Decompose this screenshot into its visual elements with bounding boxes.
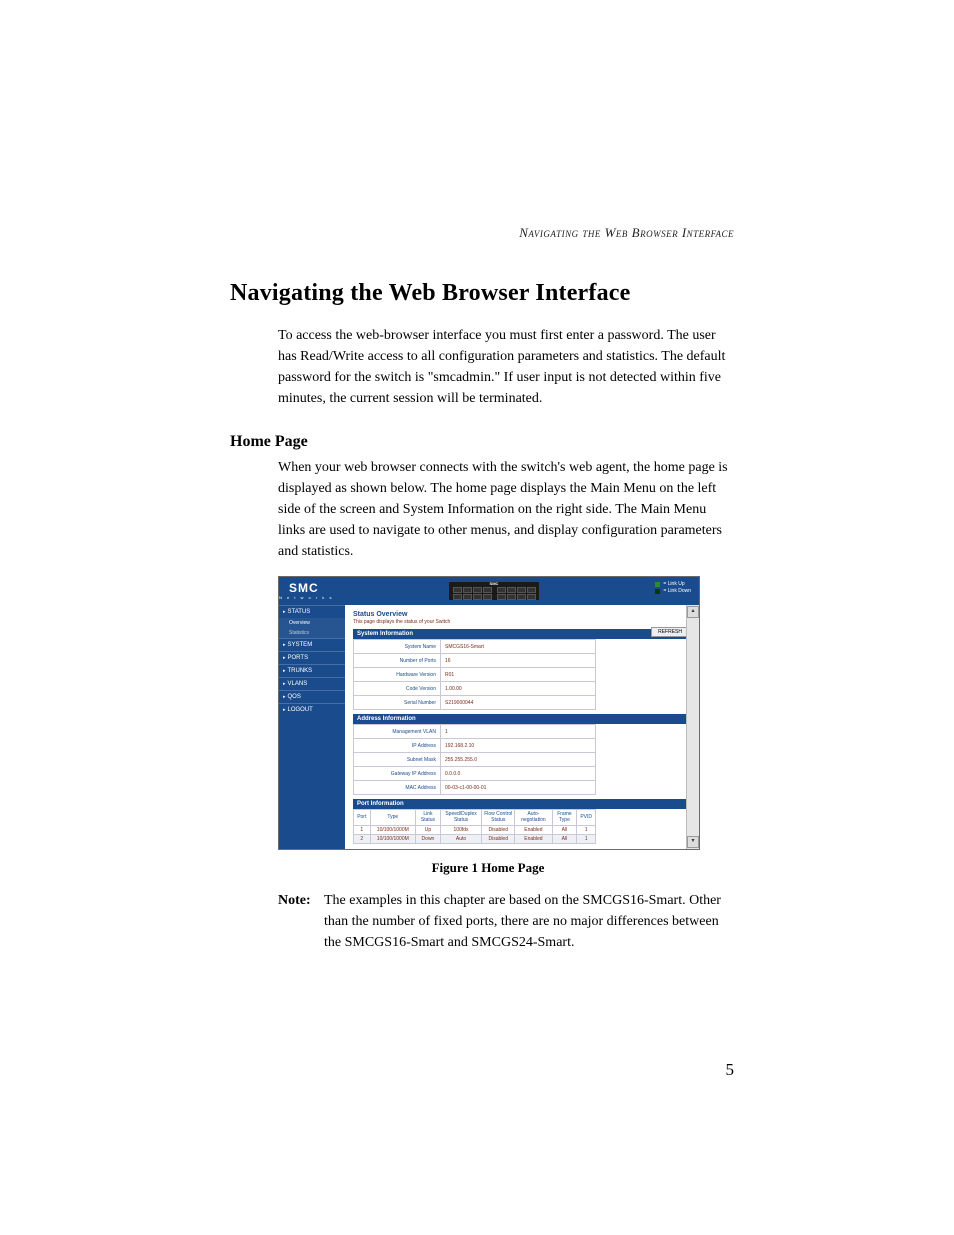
system-info-table: System NameSMCGS16-Smart Number of Ports… xyxy=(353,639,596,710)
table-row: MAC Address00-03-c1-00-00-01 xyxy=(354,781,596,795)
link-legend: = Link Up = Link Down xyxy=(655,581,691,595)
sidebar-sub-statistics[interactable]: Statistics xyxy=(279,628,345,638)
scrollbar[interactable]: ▴ ▾ xyxy=(686,605,699,849)
table-row: System NameSMCGS16-Smart xyxy=(354,640,596,654)
scroll-up-icon[interactable]: ▴ xyxy=(687,606,699,618)
running-header: Navigating the Web Browser Interface xyxy=(519,225,734,241)
refresh-button[interactable]: REFRESH xyxy=(651,627,689,637)
sidebar-item-ports[interactable]: Ports xyxy=(279,651,345,664)
brand-logo-subtext: N e t w o r k s xyxy=(279,595,333,600)
table-row: Number of Ports16 xyxy=(354,654,596,668)
sidebar-sub-overview[interactable]: Overview xyxy=(279,618,345,628)
content-pane: Status Overview This page displays the s… xyxy=(345,605,699,849)
document-page: Navigating the Web Browser Interface Nav… xyxy=(0,0,954,1013)
note-text: The examples in this chapter are based o… xyxy=(324,890,734,953)
note: Note: The examples in this chapter are b… xyxy=(278,890,734,953)
sidebar-item-logout[interactable]: Logout xyxy=(279,703,345,716)
main-menu-sidebar: Status Overview Statistics System Ports … xyxy=(279,605,345,849)
page-number: 5 xyxy=(726,1060,735,1080)
sidebar-item-trunks[interactable]: Trunks xyxy=(279,664,345,677)
brand-logo-text: SMC xyxy=(289,581,319,595)
section-heading: Navigating the Web Browser Interface xyxy=(230,280,734,307)
intro-paragraph: To access the web-browser interface you … xyxy=(278,325,734,409)
table-row: Code Version1.00.00 xyxy=(354,682,596,696)
table-row: Subnet Mask255.255.255.0 xyxy=(354,753,596,767)
app-header: SMC N e t w o r k s SMC xyxy=(279,577,699,605)
sidebar-item-qos[interactable]: QoS xyxy=(279,690,345,703)
subsection-heading: Home Page xyxy=(230,433,734,451)
note-label: Note: xyxy=(278,890,324,953)
screenshot: SMC N e t w o r k s SMC xyxy=(279,577,699,849)
table-row: 2 10/100/1000M Down Auto Disabled Enable… xyxy=(354,835,596,844)
scroll-down-icon[interactable]: ▾ xyxy=(687,836,699,848)
device-image: SMC xyxy=(449,582,539,600)
legend-down-text: = Link Down xyxy=(663,588,691,595)
brand-logo: SMC N e t w o r k s xyxy=(279,582,333,600)
sidebar-item-status[interactable]: Status xyxy=(279,605,345,618)
group-port-info: Port Information xyxy=(353,799,691,809)
figure-home-page: SMC N e t w o r k s SMC xyxy=(278,576,700,850)
port-info-table: Port Type Link Status Speed/Duplex Statu… xyxy=(353,809,596,844)
table-header-row: Port Type Link Status Speed/Duplex Statu… xyxy=(354,810,596,826)
page-subtitle: This page displays the status of your Sw… xyxy=(353,619,691,625)
legend-up-text: = Link Up xyxy=(663,581,684,588)
homepage-paragraph: When your web browser connects with the … xyxy=(278,457,734,562)
app-body: Status Overview Statistics System Ports … xyxy=(279,605,699,849)
sidebar-item-system[interactable]: System xyxy=(279,638,345,651)
figure-caption: Figure 1 Home Page xyxy=(278,860,698,876)
table-row: Management VLAN1 xyxy=(354,725,596,739)
table-row: 1 10/100/1000M Up 100fdx Disabled Enable… xyxy=(354,826,596,835)
table-row: IP Address192.168.2.10 xyxy=(354,739,596,753)
table-row: Hardware VersionR01 xyxy=(354,668,596,682)
address-info-table: Management VLAN1 IP Address192.168.2.10 … xyxy=(353,724,596,795)
table-row: Gateway IP Address0.0.0.0 xyxy=(354,767,596,781)
sidebar-item-vlans[interactable]: VLANs xyxy=(279,677,345,690)
table-row: Serial NumberS219000044 xyxy=(354,696,596,710)
group-system-info: System Information xyxy=(353,629,691,639)
page-title: Status Overview xyxy=(353,611,691,618)
device-image-label: SMC xyxy=(449,581,539,586)
group-address-info: Address Information xyxy=(353,714,691,724)
